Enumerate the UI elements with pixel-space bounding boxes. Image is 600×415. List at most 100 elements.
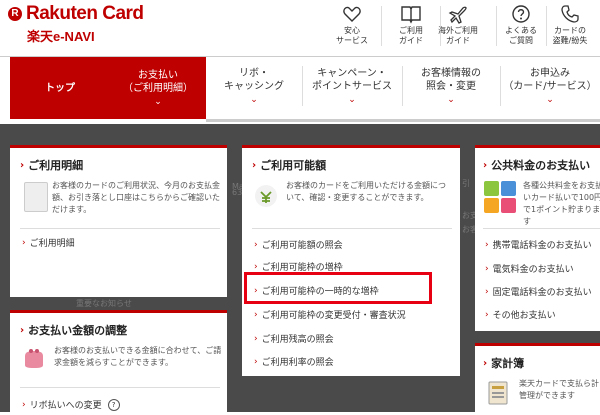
chevron-right-icon: › <box>252 159 257 171</box>
chevron-right-icon: › <box>254 356 258 367</box>
background-text: 引 <box>462 179 470 188</box>
link-switch-to-revolving[interactable]: › リボ払いへの変更 ? <box>22 398 120 411</box>
background-text: 重要なお知らせ <box>76 299 132 308</box>
link-label: リボ払いへの変更 <box>29 401 102 411</box>
divider <box>20 228 220 229</box>
airplane-icon <box>448 6 467 24</box>
util-lost-stolen[interactable]: カードの 盗難/紛失 <box>544 4 596 46</box>
link-label: 固定電話料金のお支払い <box>492 288 592 298</box>
panel-title-text: お支払い金額の調整 <box>28 324 128 337</box>
panel-description: お客様のお支払いできる金額に合わせて、ご請求金額を減らすことができます。 <box>54 346 222 367</box>
panel-description: お客様のカードをご利用いただける金額について、確認・変更することができます。 <box>286 181 446 202</box>
logo-title[interactable]: Rakuten Card <box>26 3 144 25</box>
nav-label: キャンペーン・ ポイントサービス <box>312 68 392 92</box>
panel-usage-statement: › ご利用明細 お客様のカードのご利用状況、今月のお支払金額、お引き落とし口座は… <box>10 145 227 297</box>
panel-household: › 家計簿 楽天カードで支払ら計管理ができます <box>475 343 600 415</box>
link-label: ご利用明細 <box>29 239 75 249</box>
link-rate-inquiry[interactable]: › ご利用利率の照会 <box>254 355 334 369</box>
panel-title-text: 家計簿 <box>491 357 525 370</box>
chevron-down-icon: ⌄ <box>546 95 554 105</box>
nav-revolving[interactable]: リボ・ キャッシング ⌄ <box>206 57 302 115</box>
util-overseas-guide[interactable]: 海外ご利用 ガイド <box>432 4 484 46</box>
nav-top-label: トップ <box>45 82 75 94</box>
util-faq[interactable]: よくある ご質問 <box>495 4 547 46</box>
help-icon[interactable]: ? <box>107 398 120 411</box>
panel-title: › 公共料金のお支払い <box>483 157 590 173</box>
util-usage-guide[interactable]: ご利用 ガイド <box>385 4 437 46</box>
chevron-down-icon: ⌄ <box>154 97 162 107</box>
nav-top[interactable]: トップ <box>10 57 110 119</box>
link-label: ご利用可能枠の変更受付・審査状況 <box>261 311 406 321</box>
chevron-down-icon: ⌄ <box>250 95 258 105</box>
statement-icon <box>24 182 48 212</box>
household-book-icon <box>488 381 508 405</box>
wallet-icon <box>25 349 43 368</box>
chevron-right-icon: › <box>254 333 258 344</box>
link-other-payments[interactable]: › その他お支払い <box>485 308 556 322</box>
nav-payment[interactable]: お支払い （ご利用明細） ⌄ <box>110 57 206 119</box>
chevron-right-icon: › <box>254 309 258 320</box>
util-label: ご利用 ガイド <box>399 26 423 45</box>
nav-customer-info[interactable]: お客様情報の 照会・変更 ⌄ <box>402 57 500 115</box>
link-limit-inquiry[interactable]: › ご利用可能額の照会 <box>254 238 343 252</box>
nav-label: お客様情報の 照会・変更 <box>421 68 481 92</box>
chevron-right-icon: › <box>22 399 26 410</box>
nav-label: リボ・ キャッシング <box>224 68 284 92</box>
link-label: 電気料金のお支払い <box>492 265 574 275</box>
panel-payment-adjust: › お支払い金額の調整 お客様のお支払いできる金額に合わせて、ご請求金額を減らす… <box>10 310 227 415</box>
panel-description: お客様のカードのご利用状況、今月のお支払金額、お引き落とし口座はこちらからご確認… <box>52 181 220 214</box>
util-label: よくある ご質問 <box>505 26 537 45</box>
link-label: ご利用残高の照会 <box>261 335 334 345</box>
question-icon <box>512 5 530 23</box>
link-label: ご利用利率の照会 <box>261 358 334 368</box>
panel-title-text: ご利用可能額 <box>260 159 327 172</box>
chevron-right-icon: › <box>483 357 488 369</box>
panel-available-limit: › ご利用可能額 お客様のカードをご利用いただける金額について、確認・変更するこ… <box>242 145 460 376</box>
panel-description: 各種公共料金をお支払いカード払いで100円で1ポイント貯まります <box>523 181 600 226</box>
panel-utilities: › 公共料金のお支払い 各種公共料金をお支払いカード払いで100円で1ポイント貯… <box>475 145 600 331</box>
divider <box>252 228 452 229</box>
nav-label: お支払い （ご利用明細） <box>123 70 193 94</box>
panel-title: › 家計簿 <box>483 355 524 371</box>
panel-description: 楽天カードで支払ら計管理ができます <box>519 379 599 400</box>
link-mobile-bill[interactable]: › 携帯電話料金のお支払い <box>485 238 592 252</box>
chevron-down-icon: ⌄ <box>447 95 455 105</box>
util-label: 海外ご利用 ガイド <box>438 26 478 45</box>
divider <box>483 228 600 229</box>
rakuten-logo-icon[interactable]: R <box>8 7 22 21</box>
highlight-box <box>244 272 432 304</box>
panel-title: › ご利用明細 <box>20 157 83 173</box>
link-change-status[interactable]: › ご利用可能枠の変更受付・審査状況 <box>254 308 406 322</box>
background-text: 63 <box>232 188 243 197</box>
heart-icon <box>343 6 361 22</box>
nav-campaign[interactable]: キャンペーン・ ポイントサービス ⌄ <box>302 57 402 115</box>
utilities-icon <box>484 181 516 213</box>
link-label: 携帯電話料金のお支払い <box>492 241 592 251</box>
chevron-right-icon: › <box>485 263 489 274</box>
money-icon <box>255 185 277 207</box>
chevron-right-icon: › <box>485 286 489 297</box>
link-electric-bill[interactable]: › 電気料金のお支払い <box>485 262 574 276</box>
util-anshin-service[interactable]: 安心 サービス <box>326 4 378 46</box>
phone-icon <box>561 5 579 23</box>
chevron-right-icon: › <box>22 237 26 248</box>
chevron-right-icon: › <box>254 261 258 272</box>
link-balance-inquiry[interactable]: › ご利用残高の照会 <box>254 332 334 346</box>
book-icon <box>401 6 421 24</box>
chevron-right-icon: › <box>485 309 489 320</box>
panel-title-text: 公共料金のお支払い <box>491 159 591 172</box>
divider <box>20 387 220 388</box>
link-usage-statement[interactable]: › ご利用明細 <box>22 236 75 250</box>
chevron-down-icon: ⌄ <box>348 95 356 105</box>
chevron-right-icon: › <box>483 159 488 171</box>
logo-subtitle[interactable]: 楽天e-NAVI <box>27 26 95 45</box>
link-landline-bill[interactable]: › 固定電話料金のお支払い <box>485 285 592 299</box>
link-label: ご利用可能額の照会 <box>261 241 343 251</box>
chevron-right-icon: › <box>20 324 25 336</box>
util-label: 安心 サービス <box>336 26 368 45</box>
nav-application[interactable]: お申込み （カード/サービス） ⌄ <box>500 57 600 115</box>
util-label: カードの 盗難/紛失 <box>552 26 588 45</box>
panel-title: › お支払い金額の調整 <box>20 322 127 338</box>
panel-title-text: ご利用明細 <box>28 159 84 172</box>
chevron-right-icon: › <box>20 159 25 171</box>
